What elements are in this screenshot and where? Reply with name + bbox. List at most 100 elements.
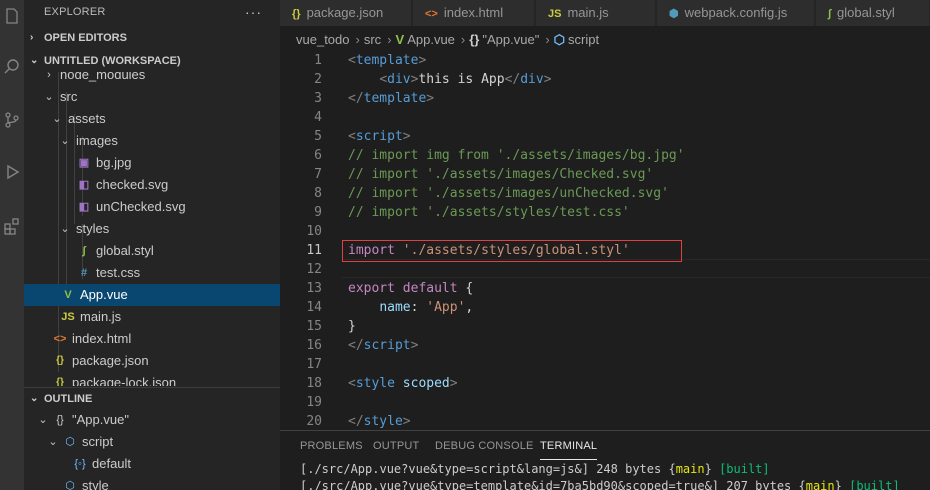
breadcrumb-vue-todo[interactable]: vue_todo <box>296 32 350 47</box>
code-line: 5 <script> <box>280 127 930 146</box>
run-debug-icon[interactable] <box>0 158 24 186</box>
image-file-icon: ▣ <box>78 157 90 169</box>
tree-item-label: checked.svg <box>96 177 169 192</box>
tab-problems[interactable]: PROBLEMS <box>300 440 363 460</box>
outline-tree: ⌄ {} "App.vue" ⌄ ⬡ script {◦} default ⬡ style <box>24 409 280 490</box>
tree-item-label: images <box>76 133 118 148</box>
chevron-down-icon: ⌄ <box>44 91 54 103</box>
activity-bar <box>0 0 24 490</box>
tree-item-images[interactable]: ⌄ images <box>24 130 280 152</box>
outline-item-script[interactable]: ⌄ ⬡ script <box>24 431 280 453</box>
extensions-icon[interactable] <box>0 212 24 240</box>
outline-item-label: default <box>92 456 132 471</box>
stylus-file-icon: ∫ <box>828 8 832 20</box>
code-line: 7 // import './assets/images/Checked.svg' <box>280 165 930 184</box>
outline-label: OUTLINE <box>44 393 93 405</box>
chevron-right-icon: › <box>545 32 550 47</box>
line-number: 5 <box>314 129 322 144</box>
tab-label: main.js <box>567 5 609 20</box>
code-line: 14 name: 'App', <box>280 298 930 317</box>
line-number: 7 <box>314 167 322 182</box>
tab-package-json[interactable]: {} package.json <box>280 0 412 26</box>
outline-item-style[interactable]: ⬡ style <box>24 475 280 490</box>
json-file-icon: {} <box>292 8 301 20</box>
js-file-icon: JS <box>61 311 75 323</box>
html-file-icon: <> <box>53 333 67 345</box>
code-line: 16 </script> <box>280 336 930 355</box>
tab-terminal[interactable]: TERMINAL <box>540 440 598 460</box>
tab-main-js[interactable]: JS main.js <box>536 0 656 26</box>
tree-item-node-modules[interactable]: › node_modules <box>24 72 280 86</box>
vue-file-icon: V <box>395 32 405 47</box>
tab-debug-console[interactable]: DEBUG CONSOLE <box>435 440 534 460</box>
symbol-variable-icon: {◦} <box>74 458 86 470</box>
tree-item-styles[interactable]: ⌄ styles <box>24 218 280 240</box>
line-code: // import img from './assets/images/bg.j… <box>348 148 685 163</box>
tab-webpack-config-js[interactable]: ⬢ webpack.config.js <box>657 0 815 26</box>
search-icon[interactable] <box>0 52 24 80</box>
tab-output[interactable]: OUTPUT <box>373 440 419 460</box>
open-editors-label: OPEN EDITORS <box>44 32 127 44</box>
tab-index-html[interactable]: <> index.html <box>413 0 535 26</box>
line-number: 3 <box>314 91 322 106</box>
chevron-down-icon: ⌄ <box>48 436 58 448</box>
tab-global-styl[interactable]: ∫ global.styl <box>816 0 930 26</box>
tree-item-label: assets <box>68 111 106 126</box>
chevron-right-icon: › <box>460 32 466 47</box>
tree-item-label: global.styl <box>96 243 154 258</box>
line-code: // import './assets/images/Checked.svg' <box>348 167 654 182</box>
tree-item-main-js[interactable]: JS main.js <box>24 306 280 328</box>
line-number: 11 <box>306 243 322 258</box>
outline-item-default[interactable]: {◦} default <box>24 453 280 475</box>
outline-item-app-vue[interactable]: ⌄ {} "App.vue" <box>24 409 280 431</box>
tree-item-global-styl[interactable]: ∫ global.styl <box>24 240 280 262</box>
chevron-down-icon: ⌄ <box>30 393 39 404</box>
breadcrumb-app-vue[interactable]: App.vue <box>407 32 455 47</box>
workspace-section[interactable]: ⌄ UNTITLED (WORKSPACE) <box>24 50 280 72</box>
tree-item-checked-svg[interactable]: ◧ checked.svg <box>24 174 280 196</box>
json-file-icon: {} <box>56 355 64 366</box>
files-icon[interactable] <box>0 2 24 30</box>
chevron-right-icon: › <box>47 72 51 81</box>
vue-file-icon: V <box>64 289 72 301</box>
line-code: <div>this is App</div> <box>379 72 552 87</box>
tree-item-label: styles <box>76 221 110 236</box>
html-file-icon: <> <box>425 8 438 20</box>
tree-item-bg-jpg[interactable]: ▣ bg.jpg <box>24 152 280 174</box>
explorer-title: EXPLORER <box>44 6 106 18</box>
tree-item-src[interactable]: ⌄ src <box>24 86 280 108</box>
open-editors-section[interactable]: › OPEN EDITORS <box>24 27 280 49</box>
outline-section[interactable]: ⌄ OUTLINE <box>24 387 280 409</box>
line-number: 20 <box>306 414 322 429</box>
line-number: 17 <box>306 357 322 372</box>
tree-item-index-html[interactable]: <> index.html <box>24 328 280 350</box>
code-line: 15} <box>280 317 930 336</box>
tree-item-package-lock-json[interactable]: {} package-lock.json <box>24 372 280 386</box>
tree-item-test-css[interactable]: # test.css <box>24 262 280 284</box>
tree-item-app-vue[interactable]: V App.vue <box>24 284 280 306</box>
breadcrumb-app-vue[interactable]: "App.vue" <box>482 32 539 47</box>
chevron-down-icon: ⌄ <box>60 223 70 235</box>
chevron-down-icon: ⌄ <box>52 113 62 125</box>
symbol-field-icon: ⬡ <box>553 32 566 47</box>
tree-item-label: node_modules <box>60 72 146 82</box>
code-line: 10 <box>280 222 930 241</box>
code-line: 19 <box>280 393 930 412</box>
symbol-field-icon: ⬡ <box>65 436 75 448</box>
tree-item-unchecked-svg[interactable]: ◧ unChecked.svg <box>24 196 280 218</box>
css-file-icon: # <box>80 267 88 279</box>
tab-label: index.html <box>443 5 504 20</box>
tree-item-assets[interactable]: ⌄ assets <box>24 108 280 130</box>
line-number: 1 <box>314 53 322 68</box>
breadcrumb-script[interactable]: script <box>568 32 599 47</box>
breadcrumb-src[interactable]: src <box>364 32 381 47</box>
explorer-sidebar: EXPLORER ··· › OPEN EDITORS ⌄ UNTITLED (… <box>24 0 280 490</box>
chevron-down-icon: ⌄ <box>30 55 39 66</box>
code-line: 20 </style> <box>280 412 930 430</box>
more-actions-icon[interactable]: ··· <box>245 0 262 24</box>
code-line: 3 </template> <box>280 89 930 108</box>
tree-item-label: main.js <box>80 309 122 324</box>
tree-item-package-json[interactable]: {} package.json <box>24 350 280 372</box>
code-editor[interactable]: 1 <template> 2 <div>this is App</div> 3 </te… <box>280 50 930 430</box>
source-control-icon[interactable] <box>0 106 24 134</box>
